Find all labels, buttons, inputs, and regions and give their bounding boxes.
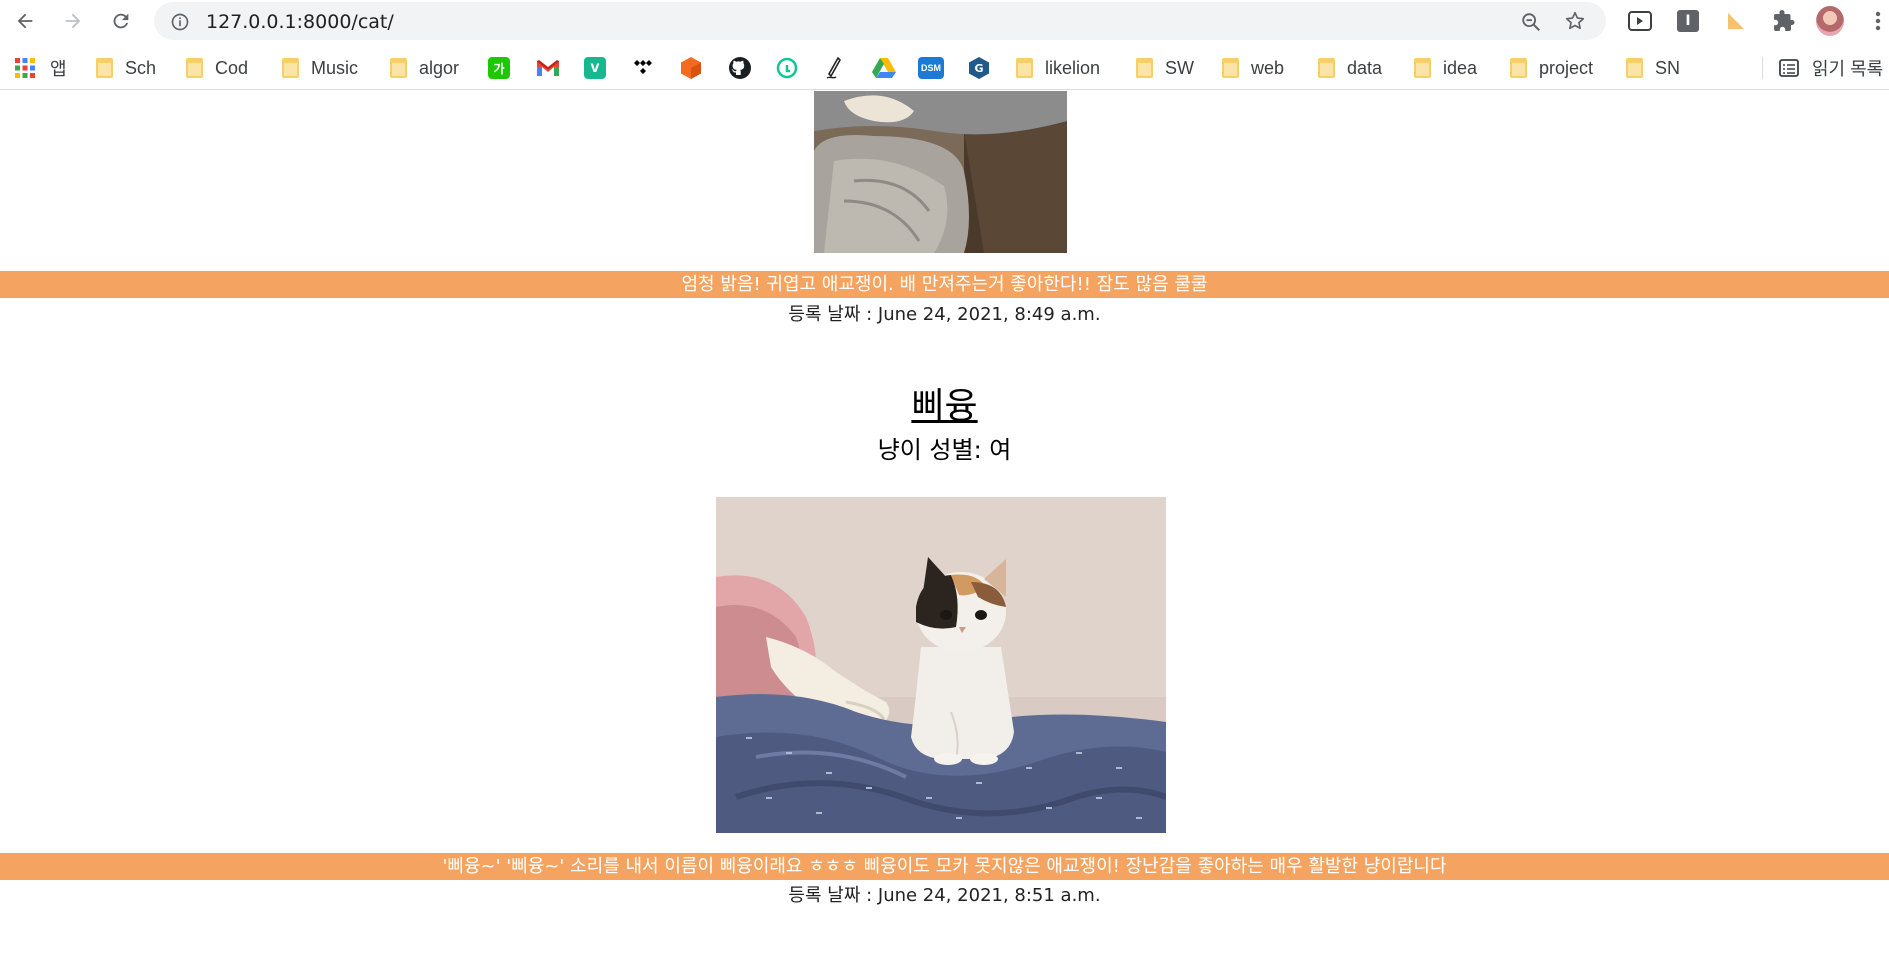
bookmark-folder-sch[interactable]: Sch <box>96 55 156 81</box>
folder-icon <box>1414 58 1431 78</box>
reading-list-icon <box>1779 59 1799 77</box>
reload-button[interactable] <box>106 6 136 36</box>
reading-list-button[interactable]: 읽기 목록 <box>1778 55 1883 81</box>
bookmark-label: algor <box>419 57 460 78</box>
bookmark-github[interactable] <box>728 55 752 81</box>
apps-grid-icon <box>15 58 35 78</box>
google-drive-icon <box>872 58 896 78</box>
reload-icon <box>113 13 129 29</box>
media-extension-icon[interactable] <box>1626 7 1654 35</box>
bookmark-label: project <box>1539 57 1594 78</box>
bookmark-folder-sn[interactable]: SN <box>1626 55 1680 81</box>
bookmark-dsm[interactable]: DSM <box>918 55 944 81</box>
bookmark-folder-web[interactable]: web <box>1222 55 1284 81</box>
folder-icon <box>1510 58 1527 78</box>
tidal-icon <box>634 60 652 74</box>
bookmark-label: Sch <box>125 57 157 78</box>
gmail-icon <box>537 60 559 76</box>
cat-date-2: 등록 날짜 : June 24, 2021, 8:51 a.m. <box>788 885 1101 906</box>
vimeo-icon: v <box>584 57 606 79</box>
pen-icon <box>826 56 841 79</box>
grammarly-icon <box>776 57 798 79</box>
url-path: :8000/cat/ <box>296 11 394 33</box>
reading-list-label: 읽기 목록 <box>1812 59 1884 79</box>
cat-photo-1-image <box>814 91 1067 253</box>
bookmark-label: SN <box>1655 57 1681 78</box>
bookmark-folder-cod[interactable]: Cod <box>186 55 248 81</box>
bookmark-label: SW <box>1165 57 1194 78</box>
bookmark-cube[interactable] <box>680 55 702 81</box>
url-text[interactable]: 127.0.0.1:8000/cat/ <box>206 11 394 33</box>
browser-toolbar: 127.0.0.1:8000/cat/ I <box>0 0 1889 42</box>
bookmark-label: idea <box>1443 57 1478 78</box>
bookmark-label: web <box>1251 57 1285 78</box>
naver-dict-icon: 가 <box>488 57 510 79</box>
bookmarks-divider <box>1762 57 1763 79</box>
bookmark-tidal[interactable] <box>632 55 654 81</box>
folder-icon <box>186 58 203 78</box>
bookmark-grammarly[interactable] <box>776 55 798 81</box>
site-info-icon[interactable] <box>170 12 190 36</box>
bookmark-label: Cod <box>215 57 249 78</box>
arrow-left-icon <box>17 13 33 29</box>
folder-icon <box>1222 58 1239 78</box>
arrow-right-icon <box>65 13 81 29</box>
folder-icon <box>1318 58 1335 78</box>
github-icon <box>729 57 751 79</box>
bookmark-google-drive[interactable] <box>872 55 896 81</box>
bookmarks-bar: 앱 Sch Cod Music algor 가 v DSM G likelion… <box>0 45 1889 90</box>
bookmark-naver-dict[interactable]: 가 <box>488 55 510 81</box>
cat-date-1: 등록 날짜 : June 24, 2021, 8:49 a.m. <box>788 304 1101 325</box>
cat-description-bar-1: 엄청 밝음! 귀엽고 애교쟁이. 배 만져주는거 좋아한다!! 잠도 많음 쿨쿨 <box>0 271 1889 298</box>
address-bar[interactable]: 127.0.0.1:8000/cat/ <box>154 2 1606 40</box>
menu-more-icon[interactable] <box>1864 7 1889 35</box>
bookmark-folder-algor[interactable]: algor <box>390 55 459 81</box>
bookmark-pen[interactable] <box>824 55 846 81</box>
bookmark-folder-sw[interactable]: SW <box>1136 55 1194 81</box>
back-button[interactable] <box>10 6 40 36</box>
bookmark-apps[interactable]: 앱 <box>14 55 67 81</box>
folder-icon <box>96 58 113 78</box>
url-host: 127.0.0.1 <box>206 11 297 33</box>
cat-description-bar-2: '삐융~' '삐융~' 소리를 내서 이름이 삐융이래요 ㅎㅎㅎ 삐융이도 모카… <box>0 853 1889 880</box>
bookmark-label: likelion <box>1045 57 1101 78</box>
cat-photo-1 <box>814 91 1067 253</box>
page-content: 엄청 밝음! 귀엽고 애교쟁이. 배 만져주는거 좋아한다!! 잠도 많음 쿨쿨… <box>0 91 1889 953</box>
bookmark-folder-idea[interactable]: idea <box>1414 55 1477 81</box>
cube-icon <box>681 57 701 79</box>
dsm-icon: DSM <box>918 57 944 79</box>
bookmark-star-icon[interactable] <box>1564 10 1586 36</box>
i-extension-icon[interactable]: I <box>1674 7 1702 35</box>
bookmark-folder-project[interactable]: project <box>1510 55 1593 81</box>
g-icon: G <box>969 57 989 79</box>
extensions-puzzle-icon[interactable] <box>1770 7 1798 35</box>
apps-label: 앱 <box>50 59 67 79</box>
forward-button[interactable] <box>58 6 88 36</box>
bookmark-folder-likelion[interactable]: likelion <box>1016 55 1100 81</box>
folder-icon <box>1626 58 1643 78</box>
folder-icon <box>1016 58 1033 78</box>
profile-avatar[interactable] <box>1816 6 1844 36</box>
folder-icon <box>282 58 299 78</box>
zoom-icon[interactable] <box>1520 11 1542 37</box>
bookmark-label: data <box>1347 57 1383 78</box>
cat-photo-2 <box>716 497 1166 833</box>
bookmark-folder-music[interactable]: Music <box>282 55 358 81</box>
ruler-extension-icon[interactable] <box>1722 7 1750 35</box>
bookmark-vimeo[interactable]: v <box>584 55 606 81</box>
cat-name-link[interactable]: 삐융 <box>0 377 1889 429</box>
cat-photo-2-image <box>716 497 1166 833</box>
bookmark-folder-data[interactable]: data <box>1318 55 1382 81</box>
folder-icon <box>1136 58 1153 78</box>
svg-text:G: G <box>974 62 983 75</box>
bookmark-label: Music <box>311 57 359 78</box>
bookmark-gmail[interactable] <box>536 55 560 81</box>
cat-gender: 냥이 성별: 여 <box>877 436 1012 464</box>
bookmark-g[interactable]: G <box>968 55 990 81</box>
folder-icon <box>390 58 407 78</box>
